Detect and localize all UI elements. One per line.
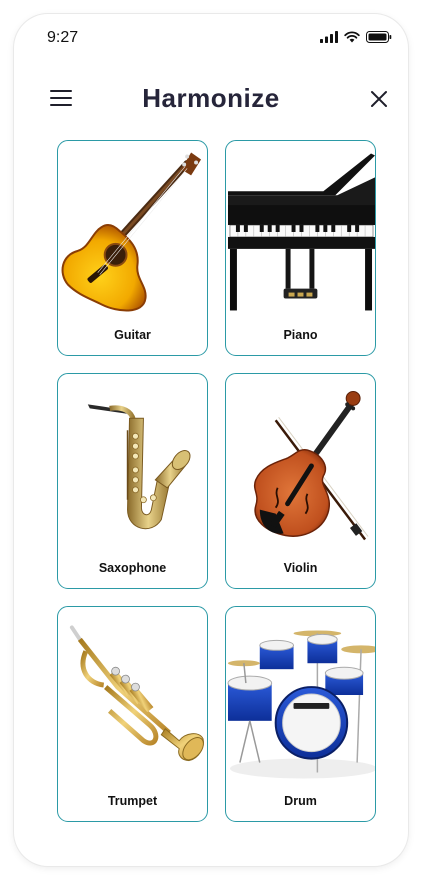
instrument-label: Drum xyxy=(284,794,317,808)
status-time: 9:27 xyxy=(47,29,79,46)
status-bar: 9:27 xyxy=(14,14,408,64)
instrument-label: Piano xyxy=(283,328,318,342)
instrument-card-violin[interactable]: Violin xyxy=(225,373,376,589)
instrument-card-piano[interactable]: Piano xyxy=(225,140,376,356)
instrument-label: Violin xyxy=(283,561,318,575)
app-header: Harmonize xyxy=(14,83,408,116)
instrument-card-trumpet[interactable]: Trumpet xyxy=(57,606,208,822)
saxophone-image xyxy=(58,378,207,548)
signal-icon xyxy=(320,31,338,43)
wifi-icon xyxy=(344,31,360,43)
close-icon[interactable] xyxy=(370,90,388,108)
guitar-image xyxy=(58,145,207,315)
app-title: Harmonize xyxy=(142,83,280,113)
instrument-grid: Guitar Piano Saxophone Violin Trumpet Dr… xyxy=(57,140,377,822)
instrument-card-guitar[interactable]: Guitar xyxy=(57,140,208,356)
status-icons xyxy=(320,31,392,43)
battery-icon xyxy=(366,31,392,43)
instrument-card-drum[interactable]: Drum xyxy=(225,606,376,822)
piano-image xyxy=(226,145,375,315)
drum-kit-image xyxy=(226,611,375,781)
instrument-label: Saxophone xyxy=(98,561,167,575)
instrument-card-saxophone[interactable]: Saxophone xyxy=(57,373,208,589)
instrument-label: Trumpet xyxy=(107,794,158,808)
phone-screen: 9:27 Harmonize Guitar Piano Saxophone Vi… xyxy=(14,14,408,866)
instrument-label: Guitar xyxy=(114,328,151,342)
violin-image xyxy=(226,378,375,548)
trumpet-image xyxy=(58,611,207,781)
